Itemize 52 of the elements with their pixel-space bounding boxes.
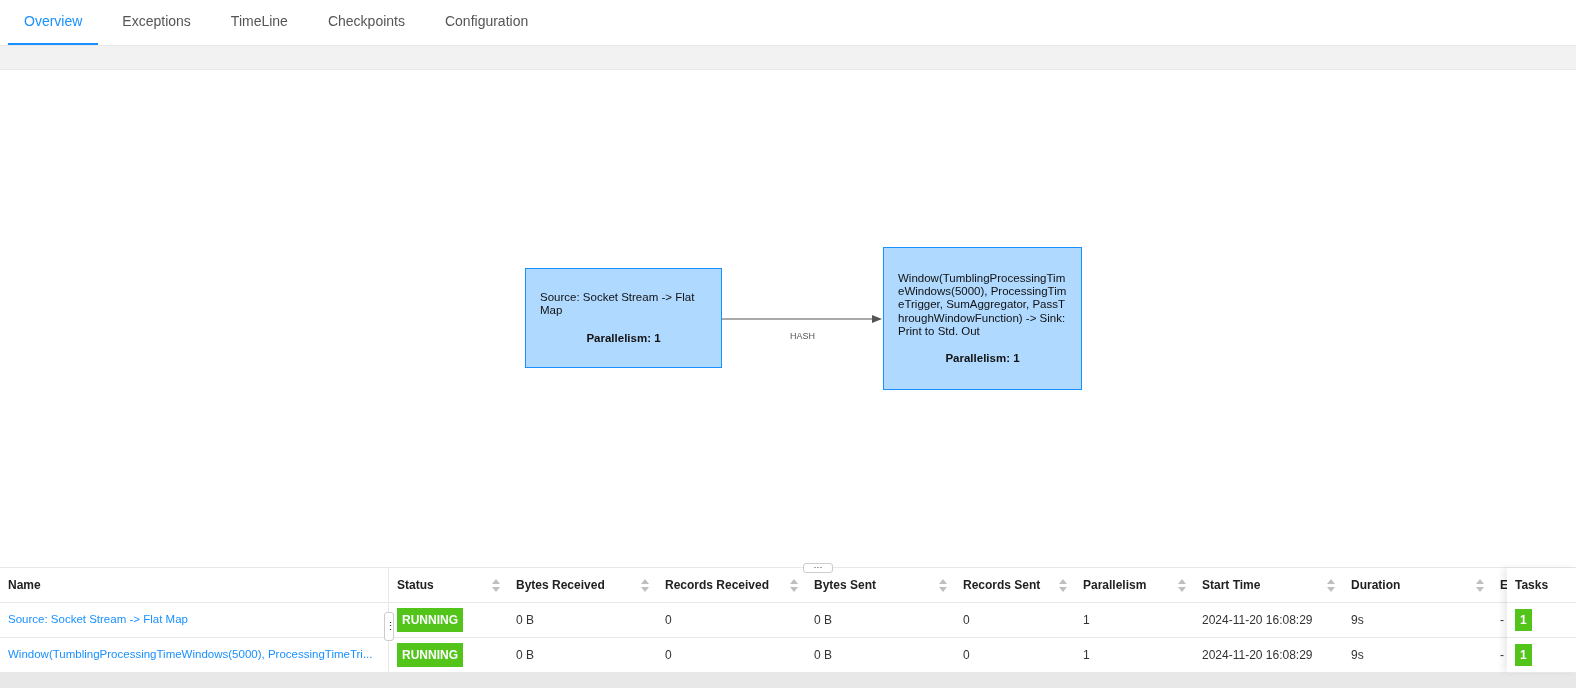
sort-icon[interactable] [641,578,649,592]
tab[interactable]: Checkpoints [311,0,421,45]
column-header[interactable]: Records Sent [963,576,1041,594]
tab[interactable]: Exceptions [106,0,207,45]
column-resize-handle[interactable]: ⋮ [384,612,394,641]
sort-icon[interactable] [1059,578,1067,592]
table-cell-text: 0 [963,647,970,664]
table-cell-text: 2024-11-20 16:08:29 [1202,647,1313,664]
table-cell-text: 0 B [814,647,832,664]
column-header[interactable]: Bytes Sent [814,576,877,594]
table-cell-text: 0 [665,612,672,629]
table-cell-text: 0 [665,647,672,664]
node-parallelism: Parallelism: 1 [944,351,1021,366]
column-header[interactable]: E [1500,576,1508,594]
task-count-badge: 1 [1515,609,1532,631]
tab[interactable]: TimeLine [214,0,304,45]
table-cell-text: 1 [1083,647,1090,664]
table-cell-text: 0 B [516,612,534,629]
node-parallelism: Parallelism: 1 [585,331,662,345]
column-header[interactable]: Tasks [1515,576,1549,594]
sort-icon[interactable] [939,578,947,592]
table-cell-text: 9s [1351,612,1364,629]
sort-icon[interactable] [492,578,500,592]
column-header[interactable]: Bytes Received [516,576,605,594]
tab[interactable]: Configuration [428,0,545,45]
table-cell-text: 0 [963,612,970,629]
task-count-badge: 1 [1515,644,1532,666]
table-cell-text: 1 [1083,612,1090,629]
column-header[interactable]: Parallelism [1083,576,1147,594]
table-cell-text: 0 B [814,612,832,629]
column-header[interactable]: Status [397,576,434,594]
graph-node[interactable]: Window(TumblingProcessingTimeWindows(5000), ProcessingTimeTrigger, SumAggregator, PassThroughWindowFunction) -> Sink: Print to Std. Out Parallelism: 1 [883,247,1082,390]
column-header[interactable]: Start Time [1202,576,1261,594]
table-cell-text: 9s [1351,647,1364,664]
table-cell-text: 0 B [516,647,534,664]
table-cell-text: - [1500,612,1504,629]
sort-icon[interactable] [1178,578,1186,592]
edge-label: HASH [790,330,815,343]
sort-icon[interactable] [1327,578,1335,592]
graph-node[interactable]: Source: Socket Stream -> Flat Map Parallelism: 1 [525,268,722,368]
column-header[interactable]: Records Received [665,576,770,594]
sort-icon[interactable] [790,578,798,592]
table-cell-text: - [1500,647,1504,664]
column-header[interactable]: Duration [1351,576,1401,594]
status-badge: RUNNING [397,643,463,667]
table-cell-text: 2024-11-20 16:08:29 [1202,612,1313,629]
node-description: Window(TumblingProcessingTimeWindows(5000), ProcessingTimeTrigger, SumAggregator, PassThroughWindowFunction) -> Sink: Print to Std. Out [898,271,1067,338]
status-badge: RUNNING [397,608,463,632]
sort-icon[interactable] [1476,578,1484,592]
resize-handle[interactable]: ··· [803,563,833,573]
node-description: Source: Socket Stream -> Flat Map [540,291,696,318]
column-header[interactable]: Name [8,576,41,594]
